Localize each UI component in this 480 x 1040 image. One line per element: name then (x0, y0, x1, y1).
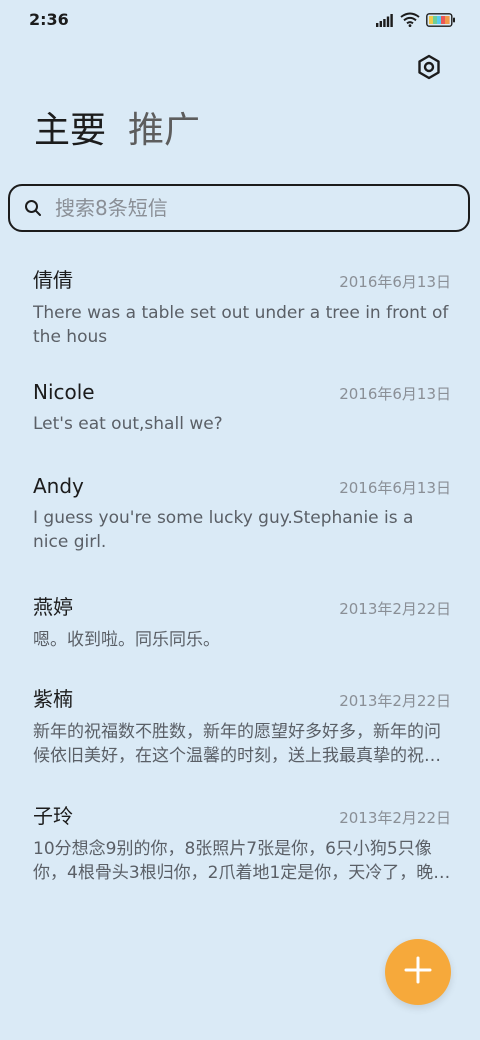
tab-primary[interactable]: 主要 (34, 106, 106, 156)
message-date: 2013年2月22日 (339, 692, 451, 710)
battery-icon (426, 12, 456, 31)
signal-icon (376, 12, 394, 31)
conversation-item[interactable]: Nicole 2016年6月13日 Let's eat out,shall we… (33, 380, 451, 436)
search-input[interactable] (53, 195, 457, 221)
message-preview: I guess you're some lucky guy.Stephanie … (33, 508, 414, 552)
message-preview: 嗯。收到啦。同乐同乐。 (33, 630, 220, 650)
contact-name: Nicole (33, 380, 95, 404)
message-preview: There was a table set out under a tree i… (33, 303, 449, 347)
contact-name: 倩倩 (33, 268, 73, 292)
conversation-item[interactable]: 子玲 2013年2月22日 10分想念9别的你，8张照片7张是你，6只小狗5只像… (33, 800, 451, 885)
search-box[interactable] (8, 184, 470, 232)
contact-name: Andy (33, 474, 84, 498)
message-preview: 10分想念9别的你，8张照片7张是你，6只小狗5只像你，4根骨头3根归你，2爪着… (33, 839, 451, 883)
tab-bar: 主要 推广 (34, 106, 200, 156)
conversation-item[interactable]: 倩倩 2016年6月13日 There was a table set out … (33, 264, 451, 349)
contact-name: 子玲 (33, 804, 73, 828)
settings-button[interactable] (414, 54, 444, 84)
message-preview: Let's eat out,shall we? (33, 414, 223, 434)
contact-name: 燕婷 (33, 595, 73, 619)
status-time: 2:36 (29, 10, 69, 29)
status-icons (376, 12, 456, 30)
wifi-icon (400, 12, 420, 31)
message-date: 2013年2月22日 (339, 600, 451, 618)
conversation-item[interactable]: 紫楠 2013年2月22日 新年的祝福数不胜数，新年的愿望好多好多，新年的问候依… (33, 683, 451, 768)
conversation-item[interactable]: Andy 2016年6月13日 I guess you're some luck… (33, 474, 451, 554)
message-date: 2016年6月13日 (339, 479, 451, 497)
tab-promotions[interactable]: 推广 (128, 106, 200, 156)
conversation-item[interactable]: 燕婷 2013年2月22日 嗯。收到啦。同乐同乐。 (33, 591, 451, 652)
status-bar: 2:36 (0, 0, 480, 40)
contact-name: 紫楠 (33, 687, 73, 711)
message-date: 2016年6月13日 (339, 273, 451, 291)
message-date: 2016年6月13日 (339, 385, 451, 403)
new-message-button[interactable] (385, 939, 451, 1005)
search-icon (23, 198, 43, 218)
settings-icon (416, 54, 442, 84)
message-preview: 新年的祝福数不胜数，新年的愿望好多好多，新年的问候依旧美好，在这个温馨的时刻，送… (33, 722, 441, 766)
message-date: 2013年2月22日 (339, 809, 451, 827)
plus-icon (404, 956, 432, 988)
